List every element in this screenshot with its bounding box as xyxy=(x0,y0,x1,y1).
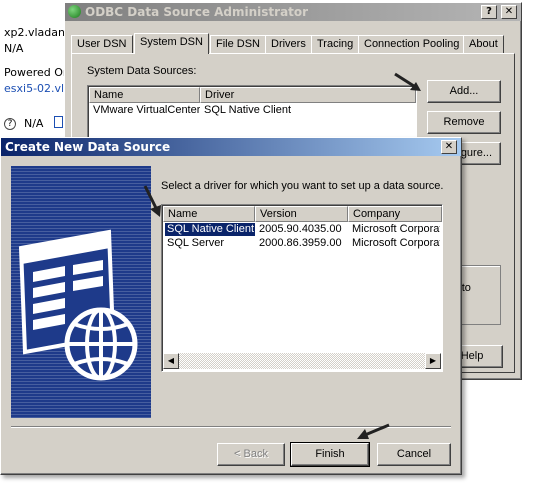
tab-system-dsn[interactable]: System DSN xyxy=(134,33,209,54)
tab-user-dsn[interactable]: User DSN xyxy=(71,35,133,53)
system-dsn-list[interactable]: Name Driver VMware VirtualCenter SQL Nat… xyxy=(87,85,417,141)
horizontal-scrollbar[interactable]: ◀ ▶ xyxy=(163,353,441,369)
driver-row-version[interactable]: 2000.86.3959.00 xyxy=(259,237,342,250)
tab-tracing[interactable]: Tracing xyxy=(311,35,360,53)
odbc-app-icon xyxy=(68,5,81,18)
wizard-banner xyxy=(11,166,151,418)
driver-row-name[interactable]: SQL Server xyxy=(167,237,224,250)
driver-prompt-text: Select a driver for which you want to se… xyxy=(161,180,444,192)
driver-row-version[interactable]: 2005.90.4035.00 xyxy=(259,223,342,236)
tab-drivers[interactable]: Drivers xyxy=(265,35,312,53)
column-header-driver[interactable]: Driver xyxy=(200,87,416,103)
bg-na-2: N/A xyxy=(24,117,44,130)
scroll-right-button[interactable]: ▶ xyxy=(425,353,441,369)
close-title-button[interactable]: ✕ xyxy=(501,5,517,19)
help-title-button[interactable]: ? xyxy=(481,5,497,19)
tab-about[interactable]: About xyxy=(463,35,504,53)
create-dialog-title: Create New Data Source xyxy=(5,140,171,154)
driver-column-name[interactable]: Name xyxy=(163,206,255,222)
driver-row-company[interactable]: Microsoft Corporat xyxy=(352,237,440,250)
driver-list[interactable]: Name Version Company SQL Native Client 2… xyxy=(161,204,443,372)
dsn-row-name[interactable]: VMware VirtualCenter xyxy=(93,104,200,117)
bg-power-state: Powered On xyxy=(4,66,70,79)
tab-connection-pooling[interactable]: Connection Pooling xyxy=(358,35,466,53)
create-data-source-dialog: Create New Data Source ✕ Select a driver… xyxy=(0,137,462,475)
bg-hostname: xp2.vladan. xyxy=(4,26,69,39)
bg-na-1: N/A xyxy=(4,42,24,55)
create-dialog-title-bar: Create New Data Source ✕ xyxy=(1,138,461,156)
note-icon xyxy=(54,116,63,128)
driver-column-version[interactable]: Version xyxy=(255,206,348,222)
back-button[interactable]: < Back xyxy=(217,443,285,466)
bg-host-link[interactable]: esxi5-02.vla xyxy=(4,82,71,95)
odbc-title-bar: ODBC Data Source Administrator ? ✕ xyxy=(65,3,521,21)
help-circle-icon: ? xyxy=(4,118,16,130)
odbc-tab-strip: User DSN System DSN File DSN Drivers Tra… xyxy=(71,33,511,55)
finish-button[interactable]: Finish xyxy=(290,442,370,467)
background-page: xp2.vladan. N/A Powered On esxi5-02.vla … xyxy=(0,0,71,140)
add-button[interactable]: Add... xyxy=(427,80,501,103)
driver-row-company[interactable]: Microsoft Corporat xyxy=(352,223,440,236)
remove-button[interactable]: Remove xyxy=(427,111,501,134)
arrow-annotation-icon xyxy=(357,423,390,439)
driver-row-name[interactable]: SQL Native Client xyxy=(164,222,256,237)
driver-column-company[interactable]: Company xyxy=(348,206,442,222)
data-source-graphic-icon xyxy=(18,229,138,381)
arrow-annotation-icon xyxy=(394,72,421,91)
dialog-close-button[interactable]: ✕ xyxy=(441,140,457,154)
system-data-sources-label: System Data Sources: xyxy=(87,65,197,77)
dsn-row-driver[interactable]: SQL Native Client xyxy=(204,104,291,117)
cancel-button[interactable]: Cancel xyxy=(377,443,451,466)
column-header-name[interactable]: Name xyxy=(89,87,200,103)
odbc-window-title: ODBC Data Source Administrator xyxy=(85,5,309,19)
scroll-left-button[interactable]: ◀ xyxy=(163,353,179,369)
tab-file-dsn[interactable]: File DSN xyxy=(210,35,267,53)
